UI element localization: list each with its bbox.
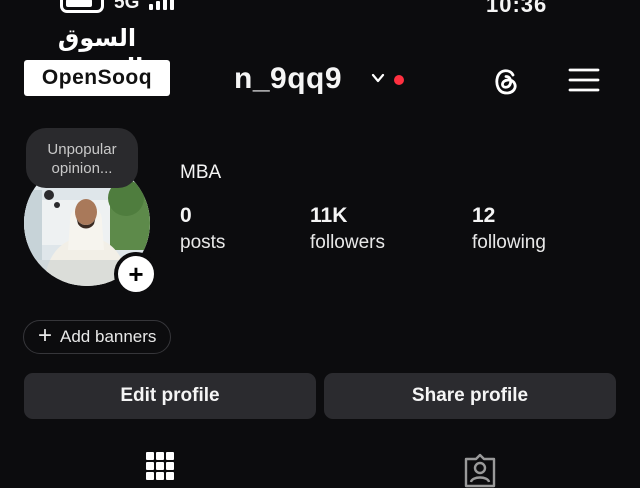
add-story-button[interactable]: + xyxy=(114,252,158,296)
add-banners-label: Add banners xyxy=(60,327,157,346)
signal-icon xyxy=(149,0,175,10)
profile-display-name: MBA xyxy=(180,162,222,183)
add-banners-button[interactable]: + Add banners xyxy=(23,320,172,354)
following-count[interactable]: 12 xyxy=(472,204,495,228)
posts-label[interactable]: posts xyxy=(180,232,225,254)
edit-profile-button[interactable]: Edit profile xyxy=(24,373,316,419)
followers-label[interactable]: followers xyxy=(310,232,385,254)
hamburger-menu-icon[interactable] xyxy=(568,66,600,94)
network-type: 5G xyxy=(114,0,140,13)
posts-count[interactable]: 0 xyxy=(180,204,192,228)
share-profile-button[interactable]: Share profile xyxy=(324,373,616,419)
notification-dot xyxy=(394,75,404,85)
grid-icon[interactable] xyxy=(146,452,174,480)
profile-username[interactable]: n_9qq9 xyxy=(234,62,342,96)
tagged-icon[interactable] xyxy=(462,452,498,488)
plus-icon: + xyxy=(38,322,53,349)
watermark-logo: OpenSooq xyxy=(24,60,170,96)
status-bar-left: 5G xyxy=(60,0,175,14)
battery-icon xyxy=(60,0,104,13)
followers-count[interactable]: 11K xyxy=(310,204,347,228)
threads-icon[interactable] xyxy=(488,63,524,99)
status-time: 10:36 xyxy=(486,0,548,17)
note-bubble-dot xyxy=(54,202,60,208)
profile-note-bubble[interactable]: Unpopular opinion... xyxy=(26,128,138,188)
following-label[interactable]: following xyxy=(472,232,546,254)
note-bubble-dot xyxy=(44,190,54,200)
chevron-down-icon[interactable] xyxy=(370,70,386,86)
